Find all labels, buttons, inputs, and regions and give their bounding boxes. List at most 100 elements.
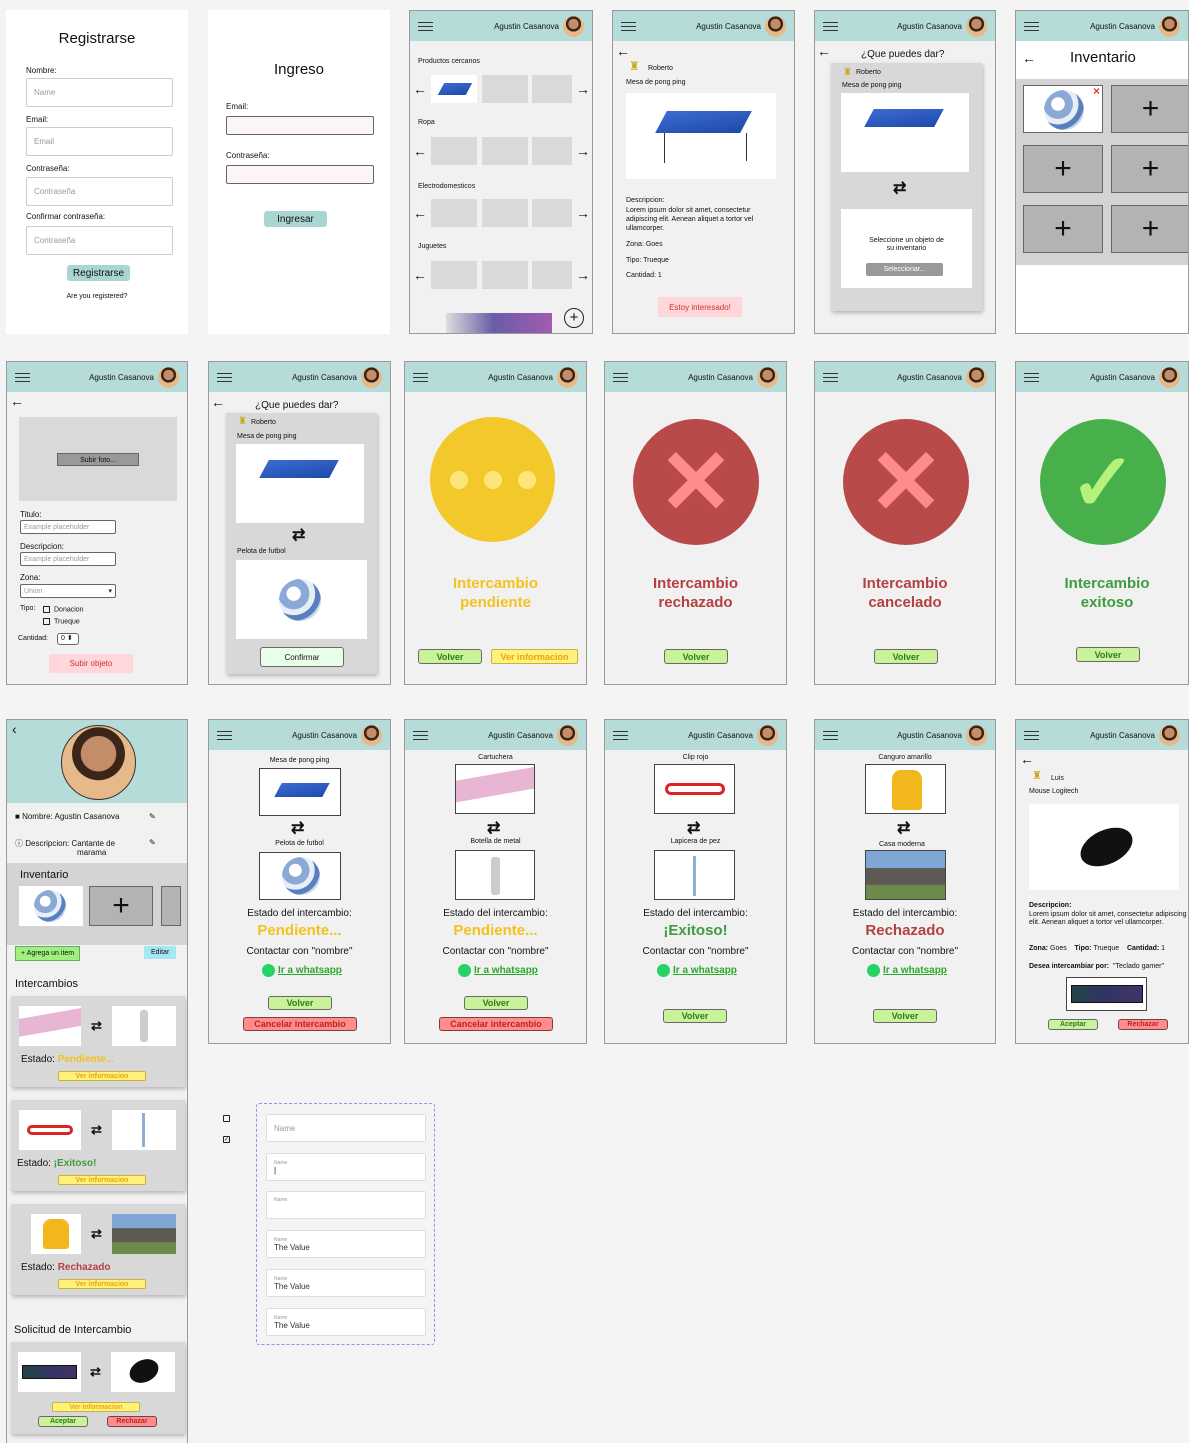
login-button[interactable]: Ingresar: [264, 211, 327, 227]
product-thumb[interactable]: [482, 261, 528, 289]
arrow-left-icon[interactable]: ←: [413, 144, 427, 158]
cancel-button[interactable]: Cancelar intercambio: [439, 1017, 553, 1031]
exchange-card[interactable]: ⇄ Estado: ¡Exitoso! Ver informacion: [11, 1100, 185, 1191]
arrow-left-icon[interactable]: ←: [413, 82, 427, 96]
product-thumb[interactable]: [431, 137, 477, 165]
reject-button[interactable]: Rechazar: [107, 1416, 157, 1427]
back-button[interactable]: Volver: [464, 996, 528, 1010]
edit-icon[interactable]: ✎: [149, 838, 156, 847]
avatar[interactable]: [1159, 15, 1180, 37]
avatar[interactable]: [361, 724, 382, 746]
info-button[interactable]: Ver informacion: [58, 1279, 146, 1289]
product-thumb[interactable]: [532, 137, 572, 165]
avatar[interactable]: [966, 15, 987, 37]
avatar[interactable]: [361, 366, 382, 388]
whatsapp-link[interactable]: Ir a whatsapp: [262, 964, 342, 977]
checkbox-checked[interactable]: ✓: [223, 1136, 230, 1143]
info-button[interactable]: Ver informacion: [58, 1071, 146, 1081]
menu-icon[interactable]: [1024, 730, 1039, 740]
avatar[interactable]: [1159, 724, 1180, 746]
confirm-password-input[interactable]: Contraseña: [26, 226, 173, 255]
back-arrow-icon[interactable]: ←: [1020, 752, 1034, 766]
remove-icon[interactable]: ×: [1093, 84, 1100, 98]
avatar[interactable]: [757, 366, 778, 388]
avatar[interactable]: [1159, 366, 1180, 388]
registered-link[interactable]: Are you registered?: [6, 293, 188, 300]
info-button[interactable]: Ver informacion: [491, 649, 578, 664]
add-item-button[interactable]: +: [1111, 205, 1188, 253]
menu-icon[interactable]: [413, 372, 428, 382]
add-item-button[interactable]: +: [1023, 145, 1103, 193]
back-arrow-icon[interactable]: ←: [10, 394, 24, 408]
menu-icon[interactable]: [1024, 372, 1039, 382]
add-item-link[interactable]: + Agrega un item: [15, 946, 81, 961]
menu-icon[interactable]: [621, 21, 636, 31]
avatar[interactable]: [757, 724, 778, 746]
menu-icon[interactable]: [823, 372, 838, 382]
avatar[interactable]: [557, 366, 578, 388]
back-button[interactable]: Volver: [873, 1009, 937, 1023]
avatar[interactable]: [966, 724, 987, 746]
submit-button[interactable]: Subir objeto: [49, 654, 133, 673]
register-button[interactable]: Registrarse: [67, 265, 130, 281]
menu-icon[interactable]: [217, 372, 232, 382]
info-button[interactable]: Ver informacion: [52, 1402, 140, 1412]
back-chevron-icon[interactable]: ‹: [12, 722, 17, 736]
arrow-left-icon[interactable]: ←: [413, 206, 427, 220]
menu-icon[interactable]: [613, 730, 628, 740]
edit-icon[interactable]: ✎: [149, 812, 156, 821]
menu-icon[interactable]: [15, 372, 30, 382]
avatar[interactable]: [158, 366, 179, 388]
avatar[interactable]: [557, 724, 578, 746]
name-input[interactable]: Name: [26, 78, 173, 107]
select-button[interactable]: Seleccionar...: [866, 263, 943, 276]
avatar[interactable]: [765, 15, 786, 37]
inventory-item[interactable]: [161, 886, 181, 926]
accept-button[interactable]: Aceptar: [1048, 1019, 1098, 1030]
zone-select[interactable]: Union ▾: [20, 584, 116, 598]
add-item-button[interactable]: +: [89, 886, 153, 926]
reject-button[interactable]: Rechazar: [1118, 1019, 1168, 1030]
input-filled[interactable]: Name The Value: [266, 1308, 426, 1336]
back-arrow-icon[interactable]: ←: [1022, 51, 1036, 65]
product-thumb[interactable]: [431, 199, 477, 227]
email-input[interactable]: Email: [26, 127, 173, 156]
whatsapp-link[interactable]: Ir a whatsapp: [867, 964, 947, 977]
menu-icon[interactable]: [613, 372, 628, 382]
title-input[interactable]: Example placeholder: [20, 520, 116, 534]
add-item-button[interactable]: +: [1111, 85, 1188, 133]
product-thumb[interactable]: [482, 75, 528, 103]
back-button[interactable]: Volver: [268, 996, 332, 1010]
cancel-button[interactable]: Cancelar intercambio: [243, 1017, 357, 1031]
whatsapp-link[interactable]: Ir a whatsapp: [458, 964, 538, 977]
product-thumb[interactable]: [431, 261, 477, 289]
menu-icon[interactable]: [413, 730, 428, 740]
avatar[interactable]: [563, 15, 584, 37]
arrow-left-icon[interactable]: ←: [413, 268, 427, 282]
menu-icon[interactable]: [823, 21, 838, 31]
back-button[interactable]: Volver: [1076, 647, 1140, 662]
upload-photo-button[interactable]: Subir foto...: [57, 453, 139, 466]
info-button[interactable]: Ver informacion: [58, 1175, 146, 1185]
trueque-option[interactable]: Trueque: [43, 618, 80, 625]
edit-button[interactable]: Editar: [144, 946, 177, 959]
qty-stepper[interactable]: 0 ⬍: [57, 633, 79, 645]
ad-banner[interactable]: [446, 313, 552, 333]
add-item-button[interactable]: +: [1023, 205, 1103, 253]
product-thumb[interactable]: [431, 75, 477, 103]
checkbox-icon[interactable]: [43, 606, 50, 613]
confirm-button[interactable]: Confirmar: [260, 647, 344, 667]
product-thumb[interactable]: [532, 199, 572, 227]
accept-button[interactable]: Aceptar: [38, 1416, 88, 1427]
inventory-item[interactable]: [19, 886, 83, 926]
back-arrow-icon[interactable]: ←: [211, 395, 225, 409]
arrow-right-icon[interactable]: →: [576, 144, 590, 158]
desc-input[interactable]: Example placeholder: [20, 552, 116, 566]
product-thumb[interactable]: [482, 199, 528, 227]
interested-button[interactable]: Estoy interesado!: [658, 297, 742, 317]
input-default[interactable]: Name: [266, 1114, 426, 1142]
back-button[interactable]: Volver: [418, 649, 482, 664]
checkbox-unchecked[interactable]: [223, 1115, 230, 1122]
product-thumb[interactable]: [532, 75, 572, 103]
login-email-input[interactable]: [226, 116, 374, 135]
